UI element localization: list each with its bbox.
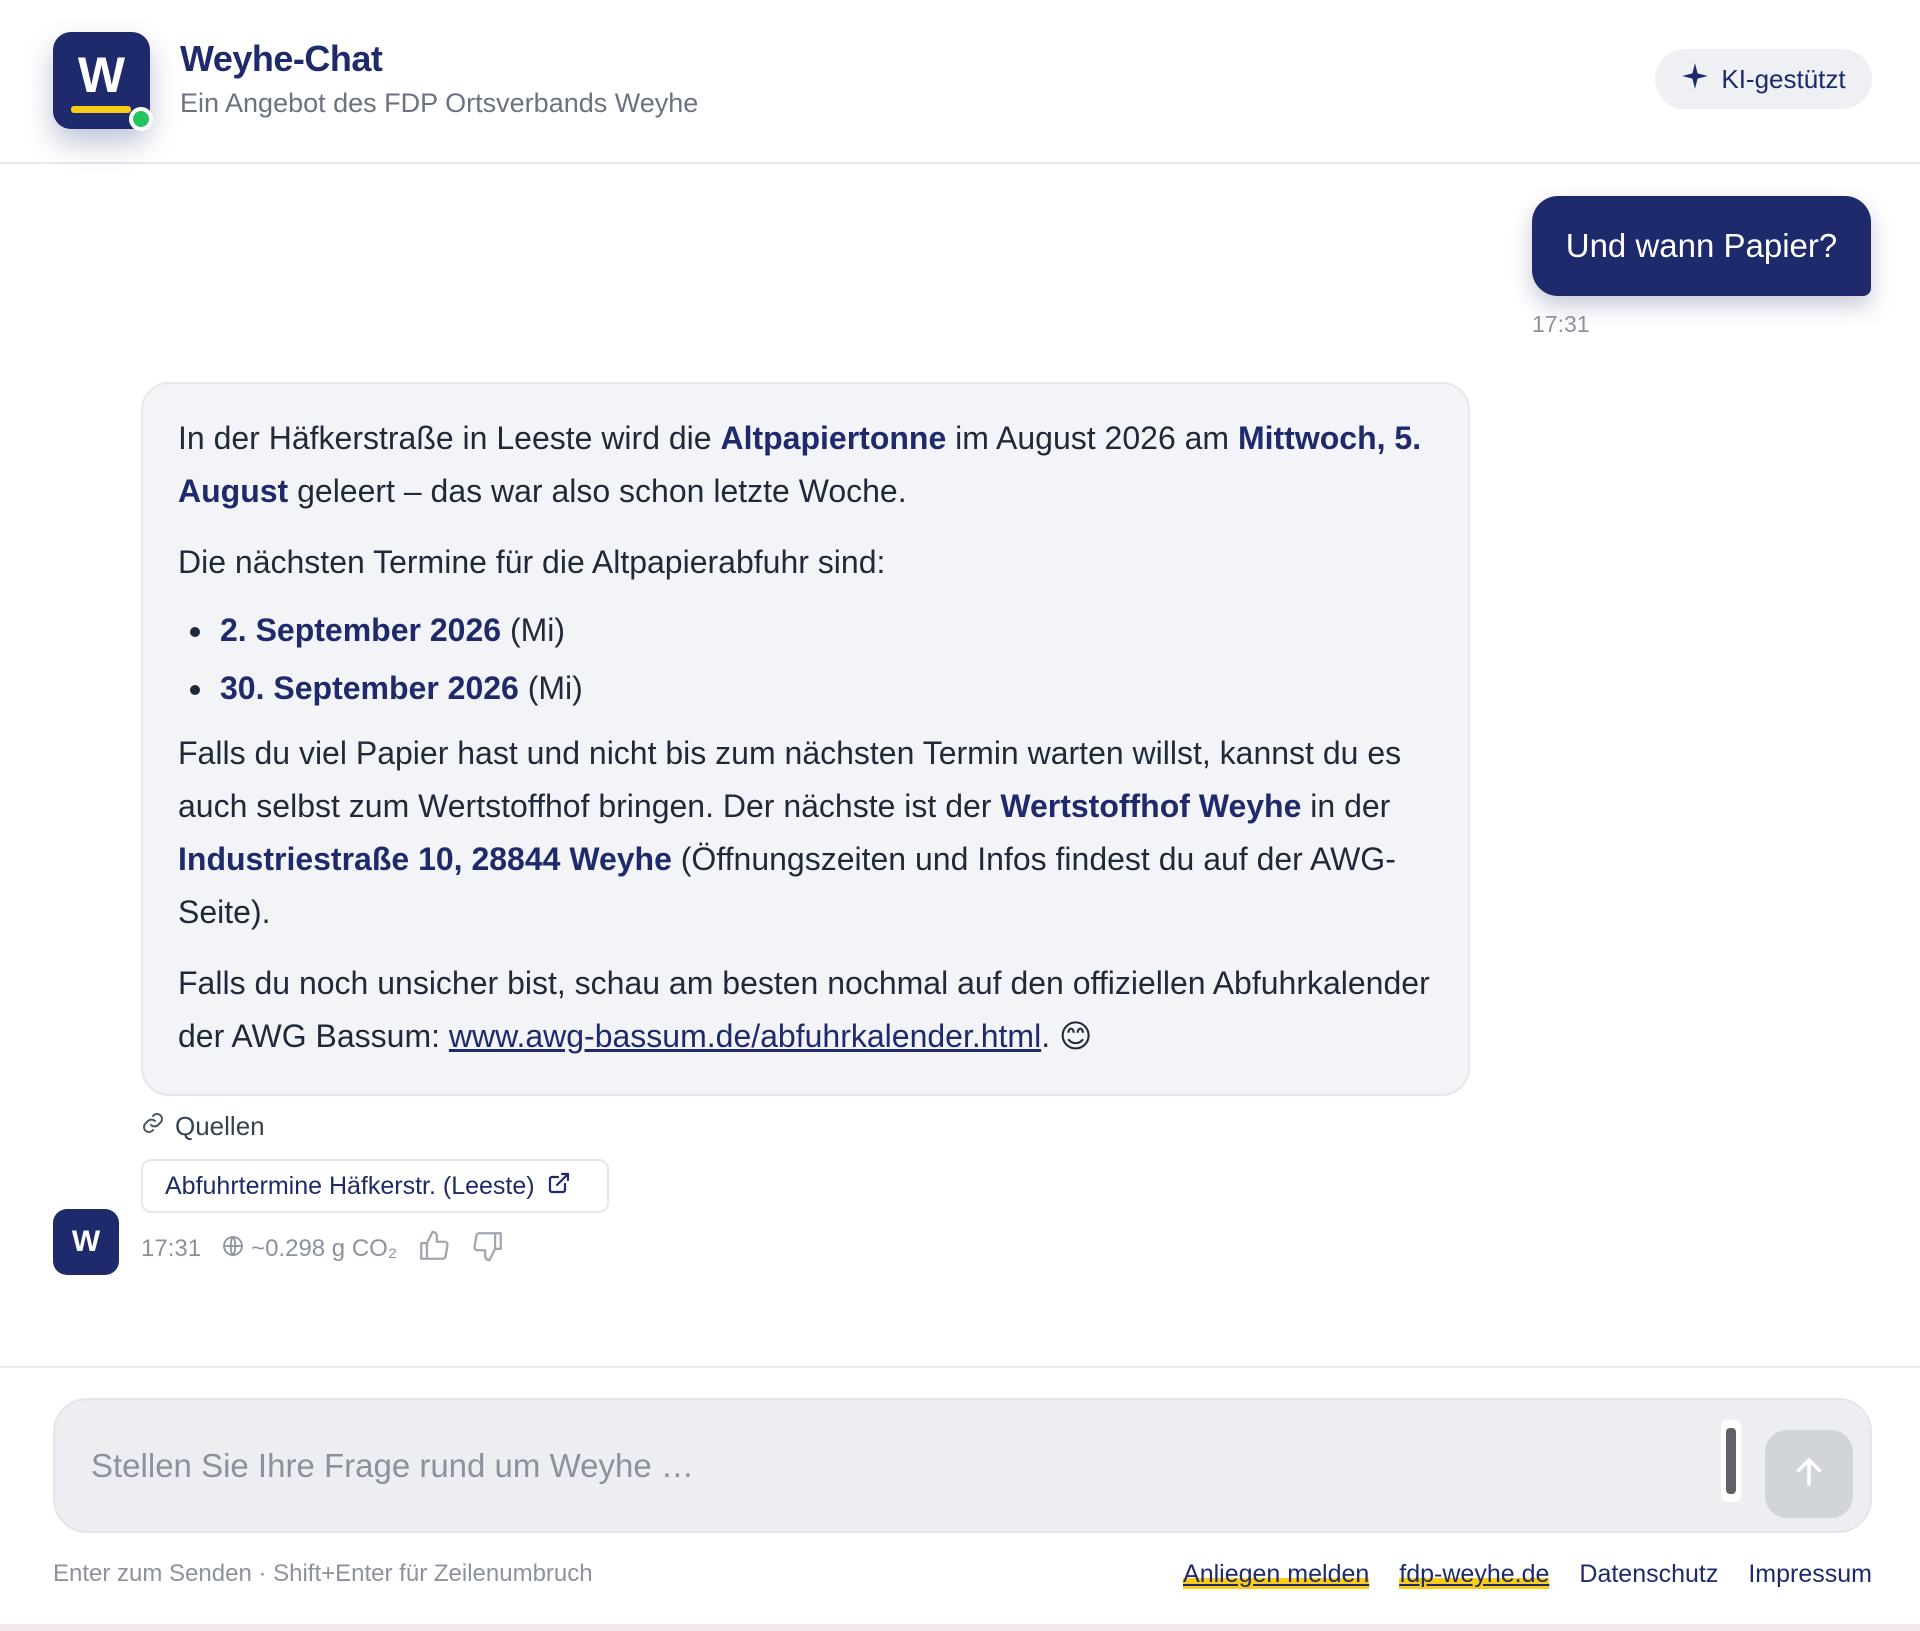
smile-emoji: 😊	[1058, 1018, 1093, 1054]
bot-paragraph: Die nächsten Termine für die Altpapierab…	[178, 544, 886, 580]
ai-badge: KI-gestützt	[1655, 49, 1872, 109]
sources-label: Quellen	[141, 1111, 265, 1142]
ai-badge-label: KI-gestützt	[1721, 63, 1846, 94]
report-issue-link[interactable]: Anliegen melden	[1183, 1560, 1370, 1589]
bottom-strip	[0, 1624, 1920, 1631]
external-link-icon	[547, 1171, 571, 1202]
bot-paragraph: Falls du noch unsicher bist, schau am be…	[178, 965, 1430, 1054]
message-input[interactable]	[91, 1436, 1691, 1496]
thumbs-down-button[interactable]	[471, 1229, 505, 1270]
awg-calendar-link[interactable]: www.awg-bassum.de/abfuhrkalender.html	[449, 1018, 1041, 1054]
user-message-time: 17:31	[1532, 311, 1590, 337]
sources-label-text: Quellen	[175, 1111, 265, 1141]
composer-divider	[0, 1366, 1920, 1368]
source-chip-label: Abfuhrtermine Häfkerstr. (Leeste)	[165, 1171, 535, 1200]
logo-letter: W	[77, 47, 126, 103]
footer-links: Anliegen melden fdp-weyhe.de Datenschutz…	[1183, 1560, 1872, 1589]
app-title: Weyhe-Chat	[180, 38, 383, 79]
thumbs-down-icon	[471, 1229, 505, 1270]
bot-paragraph: Falls du viel Papier hast und nicht bis …	[178, 735, 1402, 930]
highlight-text: Industriestraße 10, 28844 Weyhe	[178, 841, 672, 877]
fdp-weyhe-link[interactable]: fdp-weyhe.de	[1399, 1560, 1550, 1589]
highlight-text: Wertstoffhof Weyhe	[1000, 788, 1302, 824]
co2-indicator: ~0.298 g CO₂	[221, 1234, 397, 1265]
bot-message-meta: 17:31 ~0.298 g CO₂	[141, 1228, 505, 1270]
thumbs-up-icon	[417, 1229, 451, 1270]
bot-avatar: W	[53, 1209, 119, 1275]
composer	[53, 1398, 1872, 1533]
sparkle-icon	[1681, 62, 1709, 97]
bot-message-time: 17:31	[141, 1235, 202, 1262]
logo-accent-bar	[71, 106, 131, 113]
composer-scrollbar[interactable]	[1721, 1420, 1741, 1502]
co2-value: ~0.298 g CO₂	[251, 1235, 398, 1262]
source-chip[interactable]: Abfuhrtermine Häfkerstr. (Leeste)	[141, 1159, 609, 1213]
thumbs-up-button[interactable]	[417, 1229, 451, 1270]
list-item: 30. September 2026 (Mi)	[216, 659, 1434, 717]
app-subtitle: Ein Angebot des FDP Ortsverbands Weyhe	[180, 88, 699, 118]
arrow-up-icon	[1791, 1454, 1827, 1495]
imprint-link[interactable]: Impressum	[1748, 1560, 1872, 1589]
highlight-text: Altpapiertonne	[720, 420, 947, 456]
online-status-dot	[129, 107, 153, 131]
date-list: 2. September 2026 (Mi) 30. September 202…	[216, 601, 1434, 717]
bot-message-bubble: In der Häfkerstraße in Leeste wird die A…	[141, 382, 1470, 1096]
bot-paragraph: In der Häfkerstraße in Leeste wird die A…	[178, 420, 1422, 509]
privacy-link[interactable]: Datenschutz	[1579, 1560, 1718, 1589]
app-header: W Weyhe-Chat Ein Angebot des FDP Ortsver…	[0, 0, 1920, 164]
link-icon	[141, 1111, 165, 1142]
send-button[interactable]	[1765, 1430, 1853, 1518]
globe-icon	[221, 1234, 245, 1265]
user-message-bubble: Und wann Papier?	[1532, 196, 1871, 296]
keyboard-hint: Enter zum Senden · Shift+Enter für Zeile…	[53, 1560, 593, 1587]
list-item: 2. September 2026 (Mi)	[216, 601, 1434, 659]
